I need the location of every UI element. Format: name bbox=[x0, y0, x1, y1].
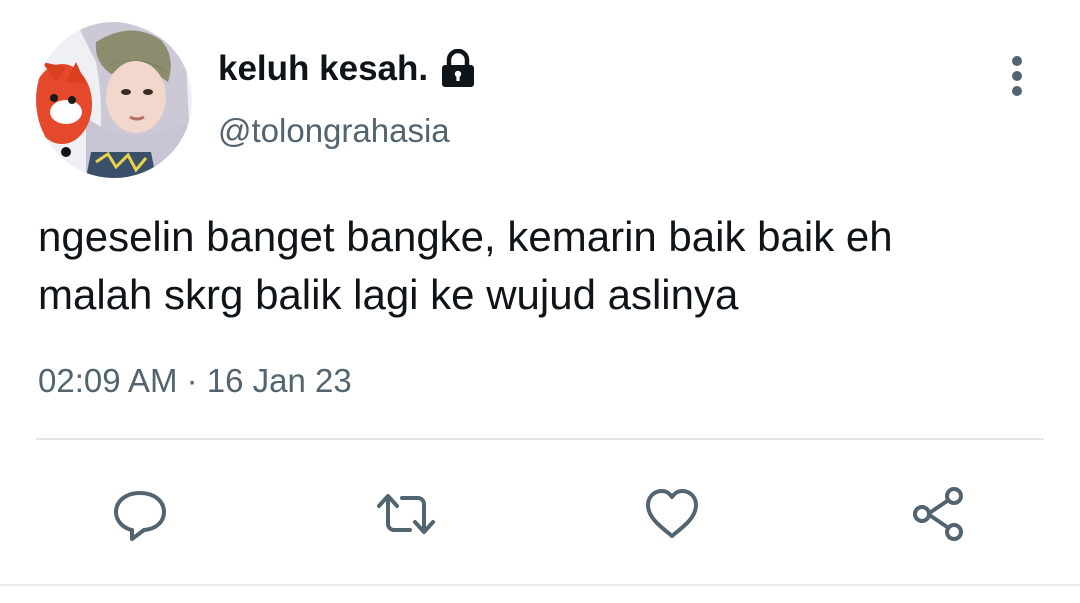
share-button[interactable] bbox=[906, 482, 970, 546]
retweet-button[interactable] bbox=[374, 482, 438, 546]
tweet-text: ngeselin banget bangke, kemarin baik bai… bbox=[38, 208, 1048, 324]
heart-icon bbox=[646, 489, 698, 538]
like-button[interactable] bbox=[640, 482, 704, 546]
reply-button[interactable] bbox=[108, 482, 172, 546]
divider bbox=[36, 438, 1044, 440]
bottom-divider bbox=[0, 584, 1080, 586]
tweet-text-line: malah skrg balik lagi ke wujud aslinya bbox=[38, 271, 739, 318]
more-options-button[interactable] bbox=[996, 50, 1038, 102]
share-icon bbox=[913, 487, 963, 541]
comment-icon bbox=[114, 491, 166, 541]
user-handle[interactable]: @tolongrahasia bbox=[218, 112, 450, 150]
retweet-icon bbox=[377, 494, 435, 534]
tweet-text-line: ngeselin banget bangke, kemarin baik bai… bbox=[38, 213, 893, 260]
more-vertical-icon bbox=[1012, 56, 1022, 96]
tweet-timestamp[interactable]: 02:09 AM · 16 Jan 23 bbox=[38, 362, 352, 400]
display-name[interactable]: keluh kesah. bbox=[218, 49, 428, 89]
avatar[interactable] bbox=[36, 22, 192, 178]
display-name-row: keluh kesah. bbox=[218, 48, 476, 90]
lock-icon bbox=[440, 49, 476, 89]
profile-photo bbox=[36, 22, 192, 178]
